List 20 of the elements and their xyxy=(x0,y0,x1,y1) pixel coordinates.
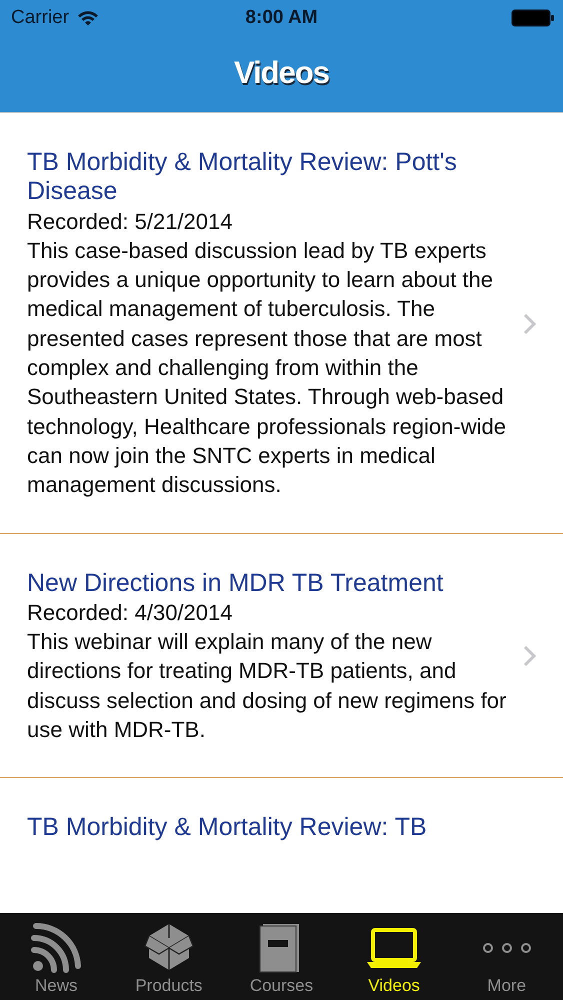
wifi-icon xyxy=(77,10,100,26)
video-description: This webinar will explain many of the new directions for treating MDR-TB patients, and discuss selection and dosing of new regimens for use with MDR-TB. xyxy=(27,628,508,744)
chevron-icon xyxy=(523,312,537,335)
chevron-icon xyxy=(523,645,537,668)
tab-item[interactable]: More xyxy=(450,913,563,1000)
video-title: TB Morbidity & Mortality Review: Pott's Disease xyxy=(27,148,458,207)
tab-item[interactable]: Videos xyxy=(338,913,450,1000)
tab-item[interactable]: News xyxy=(0,913,113,1000)
tab-item[interactable]: Courses xyxy=(225,913,338,1000)
recorded-date: Recorded: 4/30/2014 xyxy=(27,598,234,627)
battery-icon xyxy=(511,9,555,27)
video-description: This case-based discussion lead by TB experts provides a unique opportunity to learn about the medical management of tuberculosis. The presented cases represent those that are most complex and challenging from within the Southeastern United States. Through web-based technology, Healthcare professionals region-wide can now join the SNTC experts in medical management discussions. xyxy=(27,236,507,500)
video-title: TB Morbidity & Mortality Review: TB xyxy=(27,813,428,843)
screen-title: Videos xyxy=(234,55,330,91)
video-title: New Directions in MDR TB Treatment xyxy=(27,568,444,598)
clock-time: 8:00 AM xyxy=(244,7,319,29)
tab-item[interactable]: Products xyxy=(112,913,226,1000)
recorded-date: Recorded: 5/21/2014 xyxy=(27,208,234,236)
signal-waves-icon xyxy=(30,922,82,974)
carrier-name: Carrier xyxy=(11,7,70,29)
